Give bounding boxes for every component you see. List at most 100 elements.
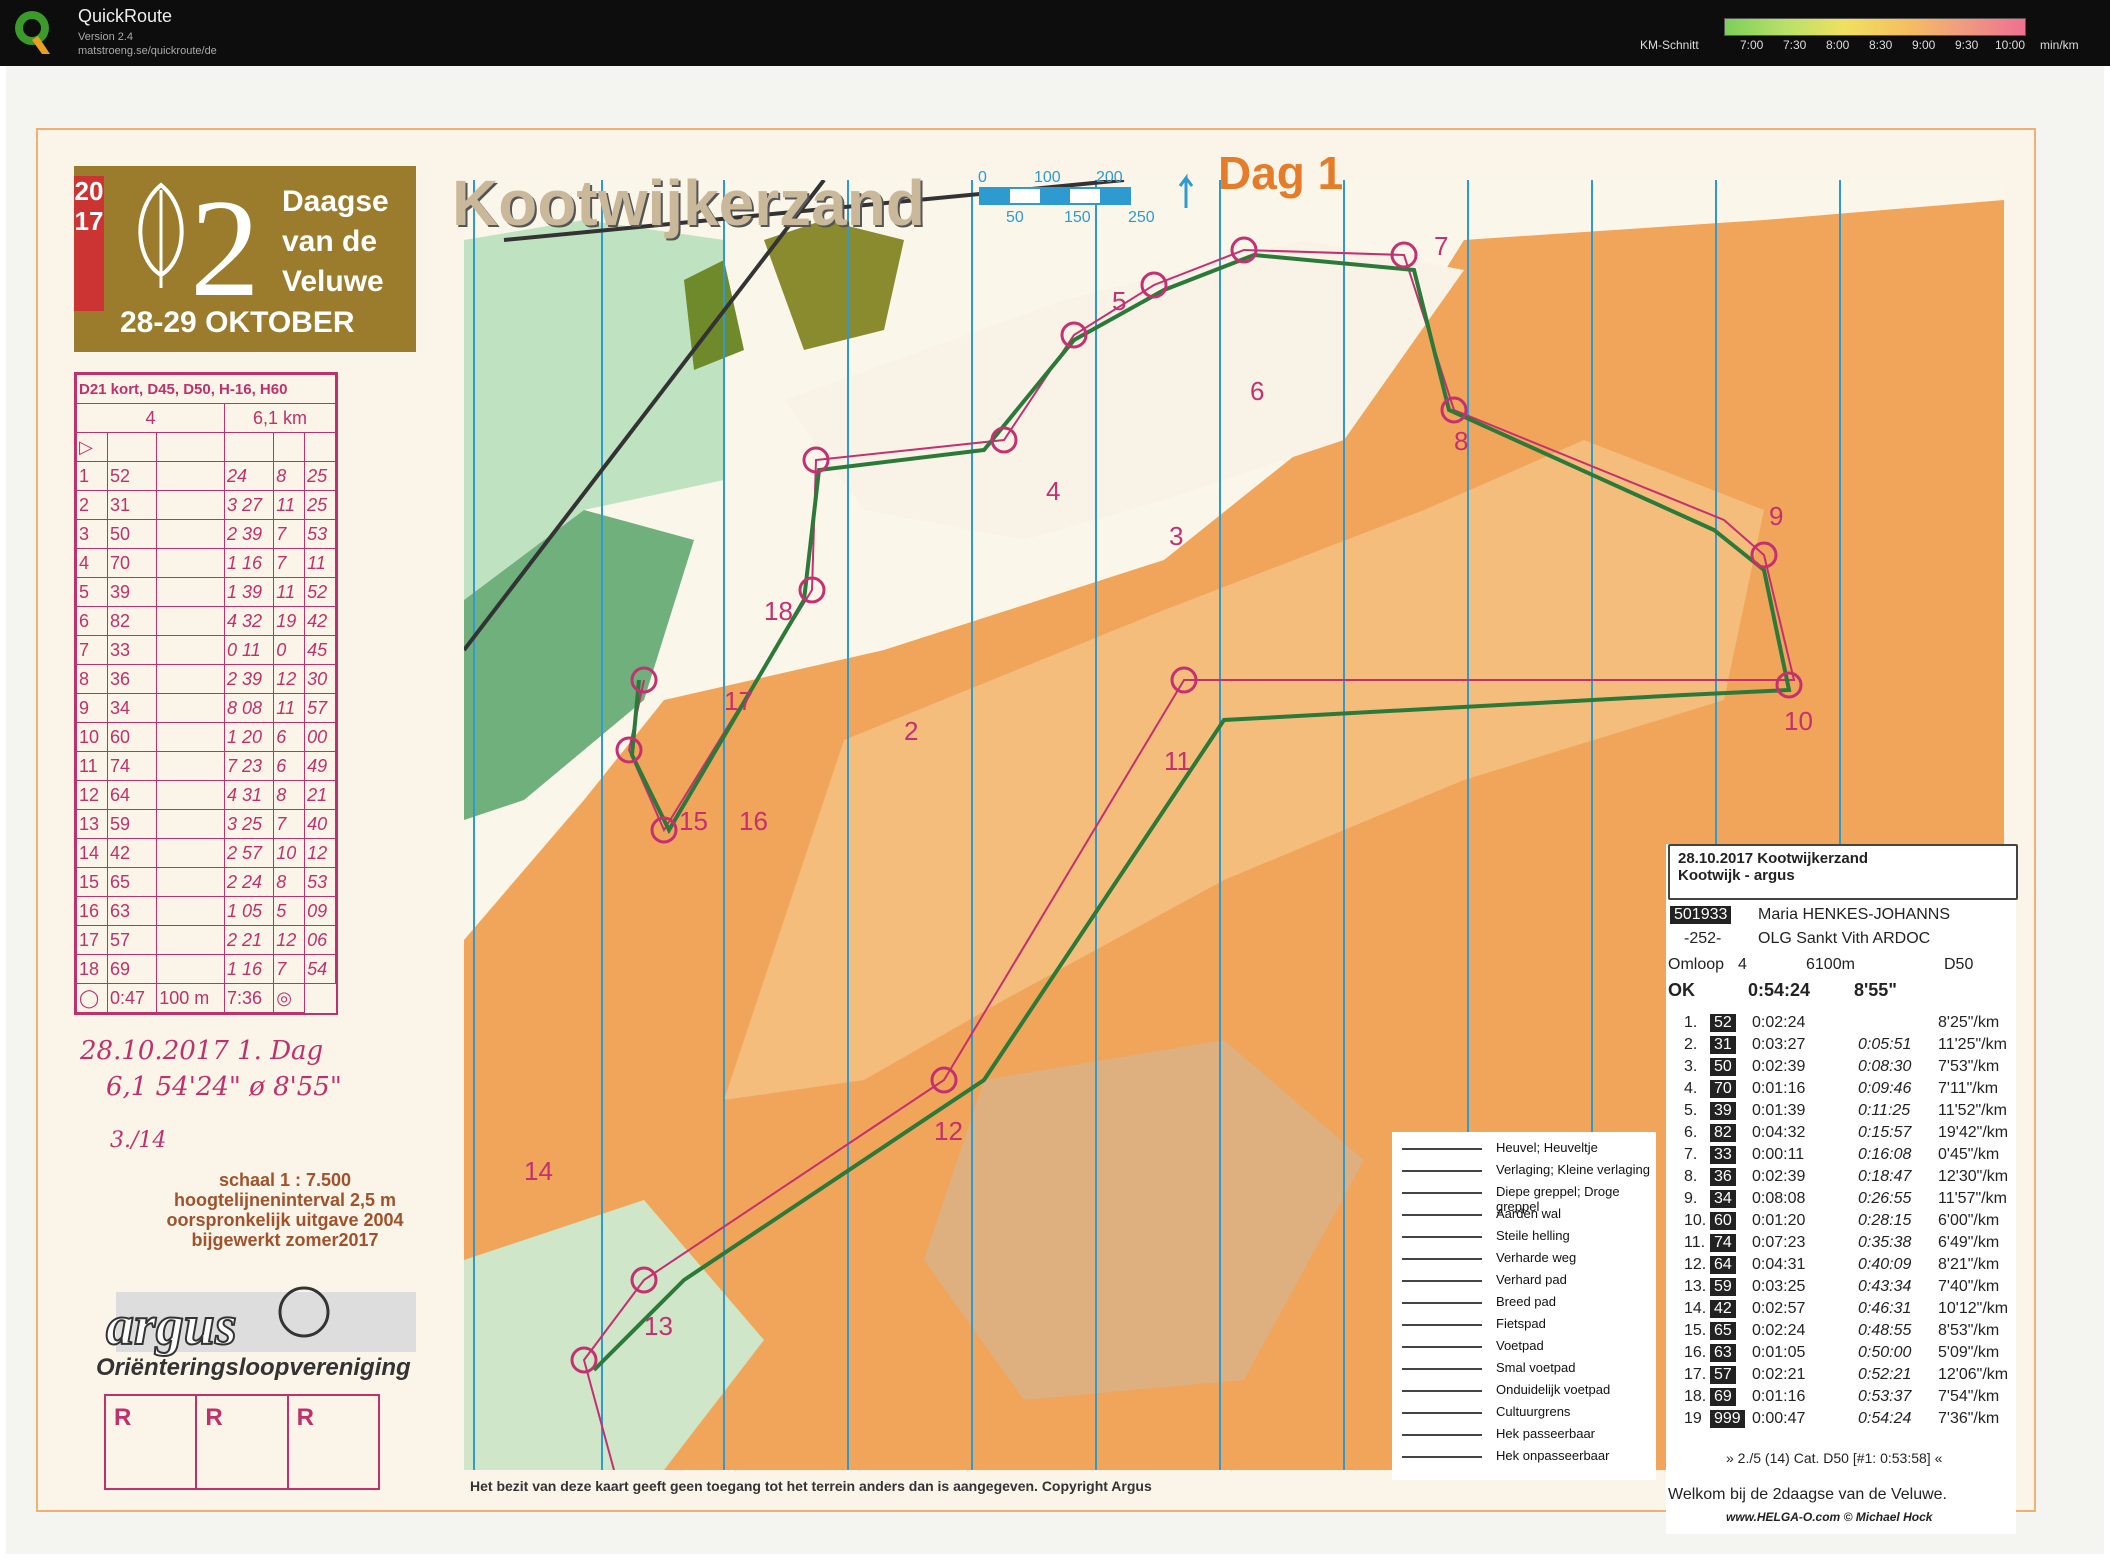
card-cell: 8	[76, 664, 108, 694]
split-time: 0:04:32	[1752, 1124, 1806, 1141]
card-symbol	[156, 780, 225, 810]
split-index: 1.	[1684, 1014, 1698, 1031]
split-row: 3. 50 0:02:39 0:08:30 7'53"/km	[1666, 1058, 2016, 1080]
split-pace: 8'53"/km	[1938, 1322, 2000, 1339]
split-time: 0:01:20	[1752, 1212, 1806, 1229]
split-control: 57	[1710, 1366, 1736, 1384]
split-pace: 7'11"/km	[1938, 1080, 1999, 1097]
finish-circle-icon: ◎	[273, 983, 306, 1013]
split-time: 0:02:57	[1752, 1300, 1806, 1317]
card-symbol	[156, 954, 225, 984]
split-row: 19 999 0:00:47 0:54:24 7'36"/km	[1666, 1410, 2016, 1432]
course-category: D50	[1944, 956, 1974, 973]
card-row: 6 82 4 32 19 42	[76, 606, 336, 636]
split-index: 2.	[1684, 1036, 1698, 1053]
card-course: 4	[76, 403, 225, 433]
card-cell: 16	[76, 896, 108, 926]
split-time: 0:00:11	[1752, 1146, 1805, 1163]
updated-edition: bijgewerkt zomer2017	[191, 1230, 379, 1250]
split-index: 15.	[1684, 1322, 1707, 1339]
card-handwritten-cell: 4 31	[223, 780, 275, 810]
split-row: 5. 39 0:01:39 0:11:25 11'52"/km	[1666, 1102, 2016, 1124]
scale-tick: 9:00	[1912, 38, 1936, 52]
card-cell: 7	[76, 635, 108, 665]
card-handwritten-cell: 53	[304, 867, 336, 897]
card-handwritten-cell: 8 08	[223, 693, 275, 723]
split-cumulative: 0:16:08	[1858, 1146, 1912, 1163]
leaf-icon	[138, 182, 184, 288]
card-handwritten-cell: 00	[304, 722, 336, 752]
split-time: 0:01:16	[1752, 1388, 1806, 1405]
card-handwritten-cell: 2 24	[223, 867, 275, 897]
card-row: 2 31 3 27 11 25	[76, 490, 336, 520]
legend-symbol	[1402, 1368, 1482, 1370]
split-pace: 0'45"/km	[1938, 1146, 2000, 1163]
card-handwritten-cell: 8	[273, 461, 306, 491]
card-cell: 5	[76, 577, 108, 607]
card-handwritten-cell: 25	[304, 490, 336, 520]
legend-item: Voetpad	[1496, 1338, 1544, 1353]
split-cumulative: 0:46:31	[1858, 1300, 1912, 1317]
card-cell: 12	[76, 780, 108, 810]
legend-item: Steile helling	[1496, 1228, 1570, 1243]
control-number: 10	[1784, 706, 1813, 736]
split-cumulative: 0:08:30	[1858, 1058, 1912, 1075]
split-cumulative: 0:54:24	[1858, 1410, 1912, 1427]
legend-symbol	[1402, 1346, 1482, 1348]
welcome-text: Welkom bij de 2daagse van de Veluwe.	[1668, 1486, 1947, 1503]
app-url[interactable]: matstroeng.se/quickroute/de	[78, 44, 217, 58]
event-year: 2017	[74, 176, 104, 311]
card-row: 15 65 2 24 8 53	[76, 867, 336, 897]
split-pace: 11'52"/km	[1938, 1102, 2007, 1119]
map-legend: Heuvel; Heuveltje Verlaging; Kleine verla…	[1392, 1132, 1656, 1480]
control-number: 5	[1112, 286, 1126, 316]
split-cumulative: 0:28:15	[1858, 1212, 1912, 1229]
pace-scale-ticks: 7:00 7:30 8:00 8:30 9:00 9:30 10:00 min/…	[1740, 38, 2110, 54]
card-handwritten-cell: 53	[304, 519, 336, 549]
card-symbol	[156, 490, 225, 520]
scale-tick: 8:00	[1826, 38, 1850, 52]
legend-item: Cultuurgrens	[1496, 1404, 1571, 1419]
splits-header: 28.10.2017 Kootwijkerzand Kootwijk - arg…	[1668, 844, 2018, 900]
card-cell: 17	[76, 925, 108, 955]
card-handwritten-cell: 6	[273, 722, 306, 752]
split-index: 18.	[1684, 1388, 1707, 1405]
card-handwritten-cell: 5	[273, 896, 306, 926]
split-control: 63	[1710, 1344, 1736, 1362]
split-cumulative: 0:43:34	[1858, 1278, 1912, 1295]
control-number: 11	[1164, 746, 1191, 776]
card-handwritten-cell: 21	[304, 780, 336, 810]
card-handwritten-cell: 30	[304, 664, 336, 694]
card-symbol	[156, 664, 225, 694]
split-time: 0:02:39	[1752, 1168, 1806, 1185]
card-handwritten-cell: 11	[273, 577, 306, 607]
card-symbol	[156, 838, 225, 868]
card-handwritten-cell: 10	[273, 838, 306, 868]
pace-color-scale[interactable]	[1724, 18, 2026, 36]
punch-boxes: R R R	[104, 1394, 380, 1490]
scale-tick: min/km	[2040, 38, 2079, 52]
card-cell: 13	[76, 809, 108, 839]
card-row: 11 74 7 23 6 49	[76, 751, 336, 781]
app-titlebar: QuickRoute Version 2.4 matstroeng.se/qui…	[0, 0, 2110, 66]
north-arrow-icon	[1178, 173, 1194, 208]
copyright-text: Het bezit van deze kaart geeft geen toeg…	[470, 1478, 1152, 1494]
card-handwritten-cell: 7	[273, 519, 306, 549]
split-pace: 11'57"/km	[1938, 1190, 2007, 1207]
split-row: 13. 59 0:03:25 0:43:34 7'40"/km	[1666, 1278, 2016, 1300]
course-distance: 6100m	[1806, 956, 1855, 973]
control-number: 7	[1434, 231, 1448, 261]
total-time: 0:54:24	[1748, 980, 1811, 1000]
card-finish-cell: 7:36	[223, 983, 275, 1013]
split-pace: 19'42"/km	[1938, 1124, 2009, 1141]
legend-symbol	[1402, 1258, 1482, 1260]
card-handwritten-cell: 2 21	[223, 925, 275, 955]
card-row: 9 34 8 08 11 57	[76, 693, 336, 723]
split-pace: 7'53"/km	[1938, 1058, 2000, 1075]
control-number: 16	[739, 806, 768, 836]
control-number: 2	[904, 716, 918, 746]
split-index: 3.	[1684, 1058, 1698, 1075]
split-control: 65	[1710, 1322, 1736, 1340]
card-symbol	[156, 722, 225, 752]
legend-item: Hek passeerbaar	[1496, 1426, 1595, 1441]
